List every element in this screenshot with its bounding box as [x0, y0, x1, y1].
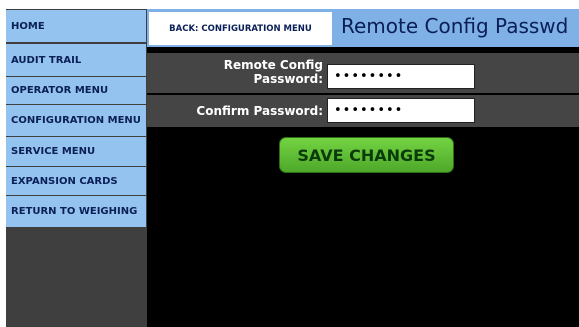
- password-input[interactable]: [327, 64, 475, 89]
- app-frame: HOME AUDIT TRAIL OPERATOR MENU CONFIGURA…: [6, 9, 579, 327]
- sidebar-item-label: CONFIGURATION MENU: [11, 115, 141, 126]
- confirm-password-label: Confirm Password:: [196, 104, 323, 118]
- sidebar-item-expansion-cards[interactable]: EXPANSION CARDS: [6, 167, 146, 195]
- sidebar-item-label: SERVICE MENU: [11, 146, 96, 157]
- sidebar-item-configuration-menu[interactable]: CONFIGURATION MENU: [6, 105, 146, 136]
- sidebar-item-home[interactable]: HOME: [6, 10, 146, 42]
- sidebar-item-return-to-weighing[interactable]: RETURN TO WEIGHING: [6, 196, 146, 227]
- save-changes-button[interactable]: SAVE CHANGES: [279, 137, 454, 173]
- password-row: Remote Config Password:: [147, 53, 579, 93]
- sidebar-item-label: OPERATOR MENU: [11, 85, 109, 96]
- sidebar-item-audit-trail[interactable]: AUDIT TRAIL: [6, 44, 146, 76]
- sidebar-item-label: AUDIT TRAIL: [11, 54, 82, 66]
- sidebar-item-label: EXPANSION CARDS: [11, 175, 118, 187]
- sidebar-item-service-menu[interactable]: SERVICE MENU: [6, 137, 146, 166]
- confirm-password-input[interactable]: [327, 98, 475, 123]
- confirm-password-row: Confirm Password:: [147, 95, 579, 127]
- sidebar: HOME AUDIT TRAIL OPERATOR MENU CONFIGURA…: [6, 9, 146, 327]
- page-title: Remote Config Passwd: [341, 14, 569, 38]
- main-panel: BACK: CONFIGURATION MENU Remote Config P…: [147, 9, 579, 327]
- sidebar-item-operator-menu[interactable]: OPERATOR MENU: [6, 77, 146, 104]
- sidebar-item-label: HOME: [11, 20, 45, 32]
- header-bar: BACK: CONFIGURATION MENU Remote Config P…: [147, 9, 579, 47]
- sidebar-item-label: RETURN TO WEIGHING: [11, 206, 138, 217]
- back-button[interactable]: BACK: CONFIGURATION MENU: [149, 12, 332, 45]
- password-label: Remote Config Password:: [223, 58, 323, 86]
